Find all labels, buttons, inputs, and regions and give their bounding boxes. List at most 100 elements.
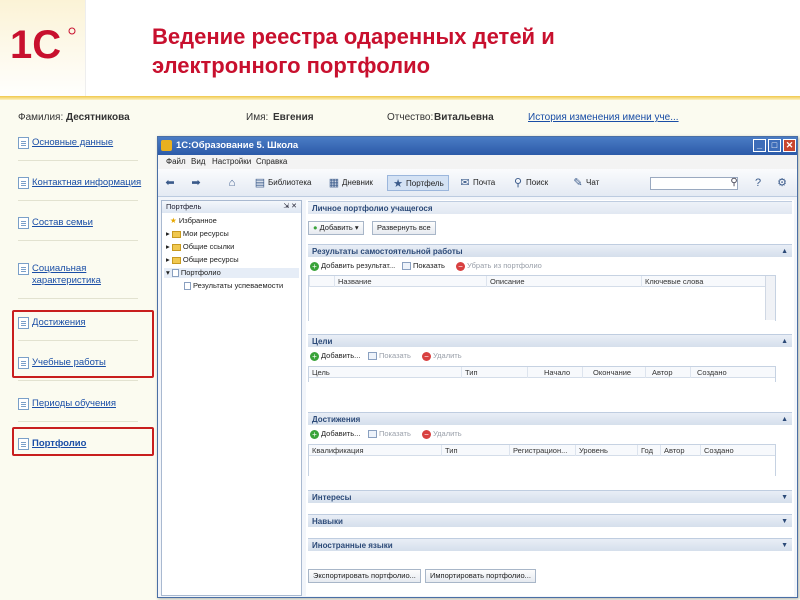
- add-result-command[interactable]: + Добавить результат...: [310, 260, 395, 272]
- vertical-scrollbar[interactable]: [765, 276, 775, 320]
- add-goal-command[interactable]: + Добавить...: [310, 350, 360, 362]
- achievements-table[interactable]: Квалификация Тип Регистрацион... Уровень…: [308, 444, 776, 476]
- add-icon: +: [310, 429, 319, 439]
- add-icon: ●: [313, 223, 318, 232]
- window-title: 1С:Образование 5. Школа: [176, 140, 299, 151]
- tree-item-shared-links[interactable]: ▸ Общие ссылки: [166, 242, 234, 252]
- menu-file[interactable]: Файл: [166, 157, 186, 166]
- nav-item-contacts[interactable]: Контактная информация: [18, 177, 153, 189]
- nav-item-social[interactable]: Социальная характеристика: [18, 263, 128, 287]
- column-start[interactable]: Начало: [527, 367, 582, 378]
- toolbar-mail[interactable]: ✉ Почта: [459, 175, 495, 191]
- column-type[interactable]: Тип: [461, 367, 527, 378]
- show-achievement-command[interactable]: Показать: [368, 428, 411, 440]
- add-achievement-command[interactable]: + Добавить...: [310, 428, 360, 440]
- column-description[interactable]: Описание: [486, 276, 641, 287]
- column-author[interactable]: Автор: [660, 445, 700, 456]
- tree-item-portfolio[interactable]: ▾ Портфолио: [164, 268, 299, 278]
- folder-icon: [171, 256, 181, 264]
- column-type[interactable]: Тип: [441, 445, 509, 456]
- portfolio-header: Личное портфолио учащегося: [308, 201, 792, 214]
- toolbar-briefcase[interactable]: ★ Портфель: [387, 175, 449, 191]
- expand-arrow-icon[interactable]: ▸: [166, 229, 170, 238]
- name-label: Имя:: [246, 112, 269, 123]
- column-qualification[interactable]: Квалификация: [309, 445, 441, 456]
- nav-divider: [18, 200, 138, 201]
- remove-from-portfolio-command[interactable]: − Убрать из портфолио: [456, 260, 542, 272]
- section-goals[interactable]: Цели ▲: [308, 334, 792, 347]
- column-goal[interactable]: Цель: [309, 367, 461, 378]
- tree-item-grades[interactable]: Результаты успеваемости: [184, 281, 283, 291]
- close-icon[interactable]: ✕: [783, 139, 796, 152]
- arrow-left-icon: ⬅: [165, 177, 175, 189]
- window-titlebar[interactable]: 1С:Образование 5. Школа _ □ ✕: [158, 137, 797, 155]
- table-header: Название Описание Ключевые слова: [309, 276, 775, 287]
- toolbar-chat[interactable]: ✎ Чат: [572, 175, 599, 191]
- back-button[interactable]: ⬅: [164, 175, 178, 191]
- minimize-icon[interactable]: _: [753, 139, 766, 152]
- column-level[interactable]: Уровень: [575, 445, 637, 456]
- nav-item-main-data[interactable]: Основные данные: [18, 137, 153, 149]
- mail-icon: ✉: [460, 177, 470, 189]
- menu-help[interactable]: Справка: [256, 157, 287, 166]
- forward-button[interactable]: ➡: [190, 175, 204, 191]
- settings-button[interactable]: ⚙: [776, 175, 790, 191]
- collapse-arrow-icon[interactable]: ▾: [166, 268, 170, 277]
- column-title[interactable]: Название: [334, 276, 486, 287]
- column-registration[interactable]: Регистрацион...: [509, 445, 575, 456]
- delete-achievement-command[interactable]: − Удалить: [422, 428, 462, 440]
- toolbar-library[interactable]: ▤ Библиотека: [254, 175, 312, 191]
- show-icon: [402, 262, 411, 271]
- column-keywords[interactable]: Ключевые слова: [641, 276, 766, 287]
- section-achievements[interactable]: Достижения ▲: [308, 412, 792, 425]
- svg-text:1С: 1С: [10, 23, 61, 66]
- section-skills[interactable]: Навыки ▼: [308, 514, 792, 527]
- column-end[interactable]: Окончание: [582, 367, 645, 378]
- show-command[interactable]: Показать: [402, 260, 445, 272]
- nav-item-study-periods[interactable]: Периоды обучения: [18, 398, 153, 410]
- menu-settings[interactable]: Настройки: [212, 157, 251, 166]
- export-portfolio-button[interactable]: Экспортировать портфолио...: [308, 569, 421, 583]
- goals-table[interactable]: Цель Тип Начало Окончание Автор Создано: [308, 366, 776, 382]
- expand-arrow-icon[interactable]: ▸: [166, 242, 170, 251]
- tree-item-favorites[interactable]: ★ Избранное: [170, 216, 217, 226]
- column-year[interactable]: Год: [637, 445, 660, 456]
- show-goal-command[interactable]: Показать: [368, 350, 411, 362]
- pin-icon[interactable]: ⇲ ✕: [283, 201, 297, 213]
- expand-arrow-icon[interactable]: ▸: [166, 255, 170, 264]
- self-work-table[interactable]: Название Описание Ключевые слова: [308, 275, 776, 321]
- home-button[interactable]: ⌂: [226, 175, 240, 191]
- column-created[interactable]: Создано: [700, 445, 776, 456]
- section-foreign-languages[interactable]: Иностранные языки ▼: [308, 538, 792, 551]
- magnifier-icon[interactable]: ⚲: [728, 177, 740, 190]
- tree-item-my-resources[interactable]: ▸ Мои ресурсы: [166, 229, 229, 239]
- add-dropdown-button[interactable]: ● Добавить ▾: [308, 221, 364, 235]
- portfolio-content: Личное портфолио учащегося ● Добавить ▾ …: [306, 200, 794, 596]
- help-button[interactable]: ?: [752, 175, 766, 191]
- name-history-link[interactable]: История изменения имени уче...: [528, 112, 679, 123]
- quick-search-input[interactable]: [650, 177, 738, 190]
- expand-arrow-icon: ▼: [781, 494, 788, 501]
- section-self-work[interactable]: Результаты самостоятельной работы ▲: [308, 244, 792, 257]
- tree-item-shared-resources[interactable]: ▸ Общие ресурсы: [166, 255, 239, 265]
- expand-all-button[interactable]: Развернуть все: [372, 221, 436, 235]
- toolbar-search[interactable]: ⚲ Поиск: [512, 175, 548, 191]
- menu-view[interactable]: Вид: [191, 157, 205, 166]
- table-header: Цель Тип Начало Окончание Автор Создано: [309, 367, 775, 378]
- gear-icon: ⚙: [777, 177, 787, 189]
- column-created[interactable]: Создано: [690, 367, 776, 378]
- expand-arrow-icon: ▼: [781, 542, 788, 549]
- maximize-icon[interactable]: □: [768, 139, 781, 152]
- import-portfolio-button[interactable]: Импортировать портфолио...: [425, 569, 536, 583]
- tree-header: Портфель ⇲ ✕: [162, 201, 301, 213]
- nav-item-family[interactable]: Состав семьи: [18, 217, 153, 229]
- column-marker: [309, 276, 334, 287]
- section-interests[interactable]: Интересы ▼: [308, 490, 792, 503]
- highlight-frame-achievements: [12, 310, 154, 378]
- delete-goal-command[interactable]: − Удалить: [422, 350, 462, 362]
- toolbar-diary[interactable]: ▦ Дневник: [328, 175, 373, 191]
- column-author[interactable]: Автор: [645, 367, 690, 378]
- patronymic-value: Витальевна: [434, 112, 494, 123]
- document-icon: [18, 398, 29, 410]
- book-icon: ▤: [254, 177, 266, 189]
